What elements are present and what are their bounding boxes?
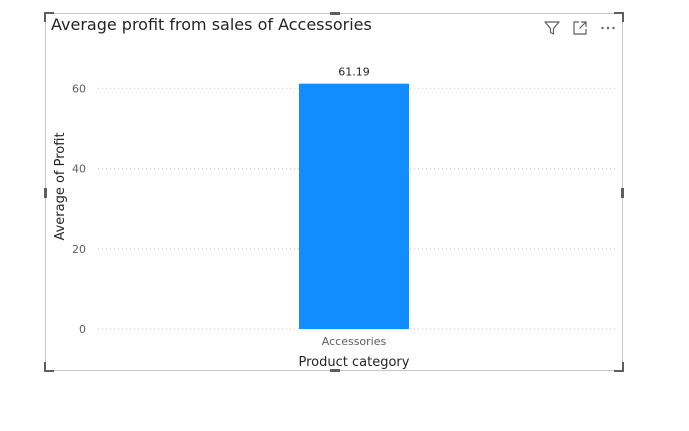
x-axis-title: Product category [299,355,410,370]
bar-accessories [299,83,409,329]
chart-visual[interactable]: Average profit from sales of Accessories… [44,12,624,372]
y-tick-label: 0 [79,323,86,336]
y-tick-label: 40 [72,163,86,176]
x-tick-label: Accessories [322,335,387,348]
bar-chart: 0 20 40 60 61.19 Accessories Product category A… [53,66,618,370]
y-axis-title: Average of Profit [53,132,68,240]
y-tick-label: 60 [72,82,86,95]
data-label: 61.19 [338,66,370,79]
y-tick-label: 20 [72,243,86,256]
